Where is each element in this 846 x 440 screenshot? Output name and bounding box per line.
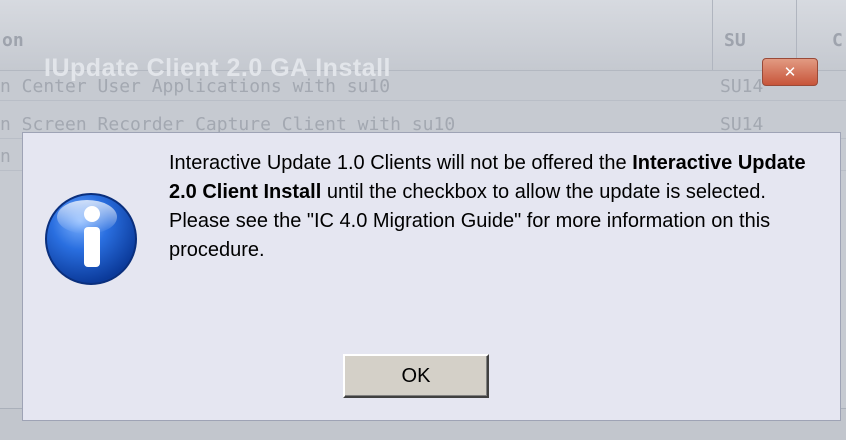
info-icon	[45, 193, 137, 285]
background-window-title: IUpdate Client 2.0 GA Install	[44, 54, 391, 82]
column-header-name: on	[2, 30, 24, 51]
column-separator	[712, 0, 713, 70]
row-su: SU14	[720, 76, 764, 97]
close-icon: ✕	[783, 63, 797, 81]
info-dialog: Interactive Update 1.0 Clients will not …	[22, 132, 841, 421]
message-text: Interactive Update 1.0 Clients will not …	[169, 152, 633, 174]
background-close-button[interactable]: ✕	[762, 58, 818, 86]
ok-button[interactable]: OK	[343, 354, 489, 398]
column-header-c: C	[832, 30, 843, 51]
dialog-message: Interactive Update 1.0 Clients will not …	[169, 149, 829, 265]
column-header-su: SU	[724, 30, 746, 51]
row-name: n	[0, 146, 11, 167]
